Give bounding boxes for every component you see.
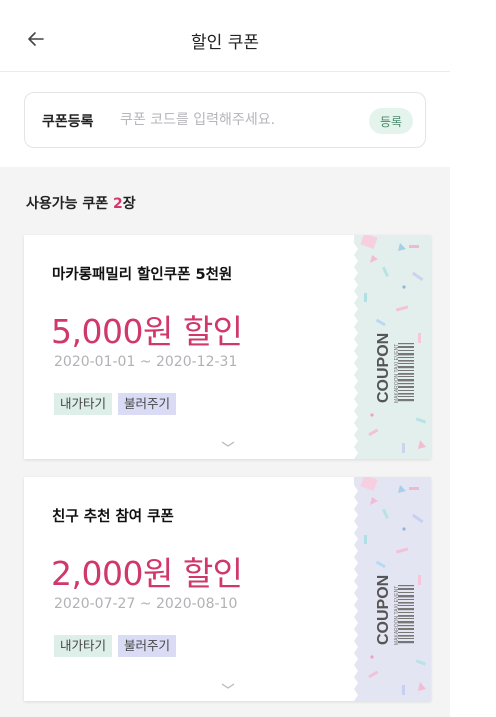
confetti <box>370 655 374 659</box>
tag-ride: 내가타기 <box>54 635 113 657</box>
coupon-tags: 내가타기 불러주기 <box>54 393 177 415</box>
confetti <box>402 285 406 289</box>
confetti <box>370 413 374 417</box>
confetti <box>418 333 421 343</box>
confetti <box>409 245 419 248</box>
confetti <box>364 293 367 302</box>
coupon-period: 2020-01-01 ~ 2020-12-31 <box>54 354 238 370</box>
confetti <box>409 487 419 490</box>
stub-coupon-text: COUPON <box>375 333 392 403</box>
coupon-tags: 내가타기 불러주기 <box>54 635 177 657</box>
coupon-register-box: 쿠폰등록 등록 <box>24 92 426 148</box>
confetti <box>364 535 367 544</box>
tag-call: 불러주기 <box>118 635 177 657</box>
coupon-amount: 2,000원 할인 <box>51 554 243 593</box>
coupon-register-section: 쿠폰등록 등록 <box>0 72 450 167</box>
coupon-stub: COUPON MAKAROON TAXI EVENT <box>354 235 431 459</box>
confetti <box>402 443 405 453</box>
coupon-title: 마카롱패밀리 할인쿠폰 5천원 <box>52 267 233 283</box>
coupon-register-label: 쿠폰등록 <box>42 114 94 130</box>
stub-background <box>354 477 431 701</box>
coupon-body: 마카롱패밀리 할인쿠폰 5천원 5,000원 할인 2020-01-01 ~ 2… <box>24 235 354 459</box>
available-unit: 장 <box>122 196 136 212</box>
page-title: 할인 쿠폰 <box>191 33 259 53</box>
header: 할인 쿠폰 <box>0 0 450 72</box>
stub-coupon-text: COUPON <box>375 575 392 645</box>
coupon-card[interactable]: 친구 추천 참여 쿠폰 2,000원 할인 2020-07-27 ~ 2020-… <box>24 477 431 701</box>
tag-call: 불러주기 <box>118 393 177 415</box>
coupon-stub: COUPON MAKAROON TAXI EVENT <box>354 477 431 701</box>
available-label: 사용가능 쿠폰 <box>26 196 114 212</box>
available-count: 2 <box>113 196 123 212</box>
chevron-down-icon[interactable] <box>220 439 236 449</box>
coupon-amount: 5,000원 할인 <box>51 312 243 351</box>
stub-background <box>354 235 431 459</box>
coupon-screen: 할인 쿠폰 쿠폰등록 등록 사용가능 쿠폰 2장 마카롱패밀리 할인쿠폰 5천원… <box>0 0 450 717</box>
confetti <box>402 527 406 531</box>
tag-ride: 내가타기 <box>54 393 113 415</box>
chevron-down-icon[interactable] <box>220 681 236 691</box>
coupon-title: 친구 추천 참여 쿠폰 <box>52 509 174 525</box>
available-coupon-count: 사용가능 쿠폰 2장 <box>0 167 450 235</box>
coupon-code-input[interactable] <box>120 107 352 133</box>
confetti <box>402 685 405 695</box>
register-button[interactable]: 등록 <box>369 108 413 134</box>
confetti <box>418 575 421 585</box>
coupon-card[interactable]: 마카롱패밀리 할인쿠폰 5천원 5,000원 할인 2020-01-01 ~ 2… <box>24 235 431 459</box>
coupon-period: 2020-07-27 ~ 2020-08-10 <box>54 596 238 612</box>
coupon-body: 친구 추천 참여 쿠폰 2,000원 할인 2020-07-27 ~ 2020-… <box>24 477 354 701</box>
